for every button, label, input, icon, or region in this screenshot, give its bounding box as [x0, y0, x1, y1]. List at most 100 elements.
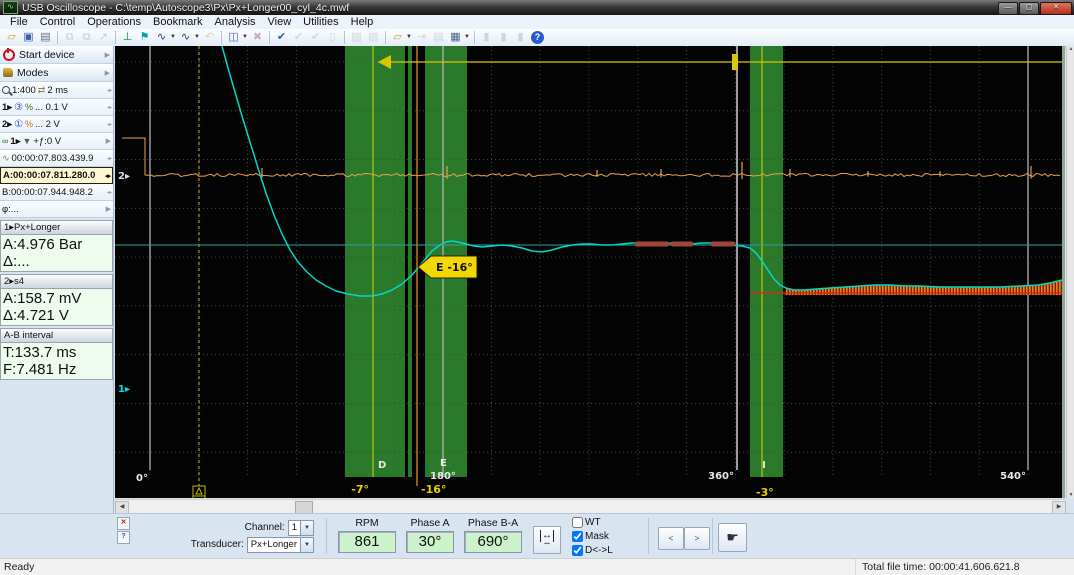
print-icon[interactable]: ▤ [37, 30, 54, 45]
signal-2-setup-icon[interactable]: ∿ [177, 30, 194, 45]
degree-label: 180° [430, 471, 456, 482]
phase-ba-value: 690° [464, 531, 522, 553]
channel-select[interactable]: 1 ▼ [288, 520, 314, 536]
scope-canvas[interactable]: 0°DE180°360°I540°-7°-16°-3°2▸1▸E -16° [115, 46, 1065, 498]
toolbar-separator [385, 31, 386, 44]
save-file-icon[interactable]: ▣ [20, 30, 37, 45]
chevron-right-icon [105, 69, 110, 77]
chevron-down-icon[interactable]: ▼ [300, 538, 313, 552]
script-folder-icon[interactable]: ▱ [389, 30, 406, 45]
angle-offset-label: -16° [421, 483, 446, 496]
signal-2-setup-dropdown-icon[interactable]: ▼ [194, 30, 201, 45]
zoom-sweep-row[interactable]: 1:400 ⇄ 2 ms [0, 82, 113, 99]
checkbox-mask[interactable]: Mask [572, 529, 613, 543]
scroll-up-icon[interactable]: ▲ [1067, 46, 1074, 52]
measure-a-voltage: A:158.7 mV [3, 290, 110, 307]
restore-button[interactable]: ▢ [1019, 2, 1039, 15]
funnel-icon: ▼ [22, 136, 31, 146]
display-mode-icon[interactable]: ◫ [225, 30, 242, 45]
sweep-icon: ⇄ [38, 85, 46, 96]
select-region-icon: ▧ [348, 30, 365, 45]
spinner-arrows[interactable] [105, 172, 110, 180]
script-edit-icon: ▤ [430, 30, 447, 45]
spinner-arrows[interactable] [107, 104, 111, 111]
pan-hand-button[interactable]: ☛ [718, 523, 747, 552]
scope-svg: 0°DE180°360°I540°-7°-16°-3°2▸1▸E -16° [115, 46, 1062, 498]
toolbar-separator [344, 31, 345, 44]
spinner-arrows[interactable] [107, 155, 111, 162]
cursor-a-value: A:00:00:07.811.280.0 [3, 170, 95, 181]
panel-close-button[interactable]: ✕ [117, 517, 130, 530]
export-icon: ↗ [95, 30, 112, 45]
panel-layout-dropdown-icon[interactable]: ▼ [464, 30, 471, 45]
vertical-scrollbar[interactable]: ▲ ▼ [1066, 46, 1074, 498]
trigger-level: +ƒ:0 V [33, 136, 61, 147]
script-run-icon: ⇥ [413, 30, 430, 45]
spinner-arrows[interactable] [107, 121, 111, 128]
measure-interval-freq: F:7.481 Hz [3, 361, 110, 378]
menu-item-operations[interactable]: Operations [81, 16, 147, 28]
signal-1-setup-icon[interactable]: ∿ [153, 30, 170, 45]
wave-icon: ∿ [2, 153, 10, 164]
minimize-button[interactable]: — [998, 2, 1018, 15]
next-cycle-button[interactable]: > [684, 527, 710, 550]
prev-cycle-button[interactable]: < [658, 527, 684, 550]
time-position-row[interactable]: ∿ 00:00:07.803.439.9 [0, 150, 113, 167]
checkbox-input[interactable] [572, 531, 583, 542]
chevron-down-icon[interactable]: ▼ [300, 521, 313, 535]
menu-item-utilities[interactable]: Utilities [297, 16, 344, 28]
ruler-icon[interactable]: ⊥ [119, 30, 136, 45]
trigger-row[interactable]: ∞ 1▸ ▼ +ƒ:0 V [0, 133, 113, 150]
sidebar: Start device Modes 1:400 ⇄ 2 ms 1▸ ③ % .… [0, 46, 114, 513]
cursor-b-row[interactable]: B:00:00:07.944.948.2 [0, 184, 113, 201]
toolbar-separator [115, 31, 116, 44]
hand-icon: ☛ [726, 529, 739, 545]
panel-help-button[interactable]: ? [117, 531, 130, 544]
trigger-marker-x[interactable] [193, 496, 205, 498]
apply-check-icon[interactable]: ✔ [273, 30, 290, 45]
apply-all-icon: ✔ [290, 30, 307, 45]
menu-item-help[interactable]: Help [345, 16, 380, 28]
close-button[interactable]: ✕ [1040, 2, 1072, 15]
time-position-value: 00:00:07.803.439.9 [12, 153, 94, 164]
menu-item-bookmark[interactable]: Bookmark [147, 16, 209, 28]
panel-layout-icon[interactable]: ▦ [447, 30, 464, 45]
marker-flag-icon[interactable]: ⚑ [136, 30, 153, 45]
rpm-label: RPM [338, 517, 396, 529]
start-device-button[interactable]: Start device [0, 46, 113, 64]
display-mode-dropdown-icon[interactable]: ▼ [242, 30, 249, 45]
checkbox-dl[interactable]: D<->L [572, 543, 613, 557]
degree-label: 0° [136, 473, 148, 484]
channel-2-setup-row[interactable]: 2▸ ① % ... 2 V [0, 116, 113, 133]
cursor-a-row[interactable]: A:00:00:07.811.280.0 [0, 167, 113, 184]
cursor-handle[interactable] [732, 54, 738, 70]
spinner-arrows[interactable] [107, 189, 111, 196]
horizontal-scrollbar[interactable]: ◀ ▶ [115, 499, 1066, 513]
checkbox-input[interactable] [572, 517, 583, 528]
checkbox-input[interactable] [572, 545, 583, 556]
menu-item-analysis[interactable]: Analysis [209, 16, 262, 28]
phase-row[interactable]: φ:... [0, 201, 113, 218]
menu-item-control[interactable]: Control [34, 16, 81, 28]
checkbox-wt[interactable]: WT [572, 515, 613, 529]
app-window: ∿ USB Oscilloscope - C:\temp\Autoscope3\… [0, 0, 1074, 575]
channel-1-setup-row[interactable]: 1▸ ③ % ... 0.1 V [0, 99, 113, 116]
report-icon: ▯ [324, 30, 341, 45]
event-flag-label: E -16° [436, 261, 473, 274]
measure-a-pressure: A:4.976 Bar [3, 236, 110, 253]
measure-panel-2: A:158.7 mV Δ:4.721 V [0, 289, 113, 326]
measure-tool-button[interactable]: ↔ ▪▪▪ [533, 526, 561, 554]
scroll-down-icon[interactable]: ▼ [1067, 492, 1074, 498]
modes-button[interactable]: Modes [0, 64, 113, 82]
help-icon[interactable]: ? [531, 31, 544, 44]
transducer-select[interactable]: Px+Longer ▼ [247, 537, 314, 553]
menu-item-view[interactable]: View [262, 16, 298, 28]
menu-item-file[interactable]: File [4, 16, 34, 28]
script-folder-dropdown-icon[interactable]: ▼ [406, 30, 413, 45]
phase-value: φ:... [2, 204, 19, 215]
spinner-arrows[interactable] [107, 87, 111, 94]
signal-1-setup-dropdown-icon[interactable]: ▼ [170, 30, 177, 45]
trigger-channel-tag: 1▸ [10, 136, 20, 147]
open-file-icon[interactable]: ▱ [3, 30, 20, 45]
channel-1-tag: 1▸ [2, 102, 12, 113]
